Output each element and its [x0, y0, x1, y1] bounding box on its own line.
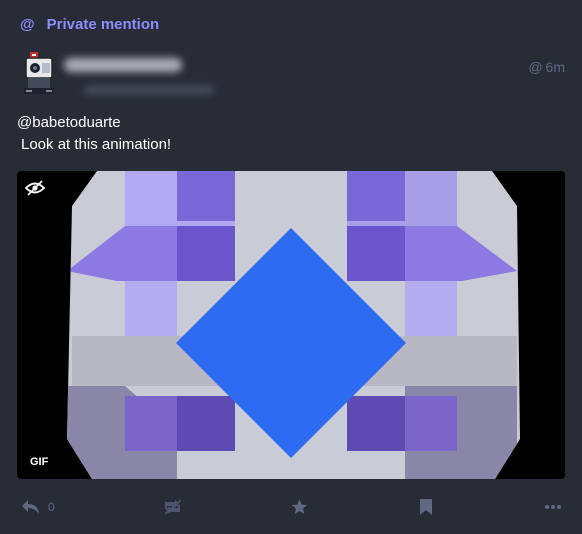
status-time[interactable]: @ 6m — [528, 59, 565, 75]
mention-link[interactable]: @babetoduarte — [17, 114, 121, 131]
display-name-blurred[interactable] — [64, 58, 182, 72]
private-mention-label: Private mention — [46, 16, 160, 33]
gif-badge: GIF — [24, 453, 55, 471]
ellipsis-icon — [545, 505, 561, 509]
boost-disabled-icon — [164, 499, 182, 515]
more-button[interactable] — [545, 496, 561, 518]
media-gallery[interactable]: GIF — [17, 171, 565, 479]
relative-time: 6m — [545, 59, 565, 75]
at-icon: @ — [528, 59, 543, 75]
avatar[interactable] — [20, 50, 60, 98]
animated-gif[interactable] — [17, 171, 565, 479]
account-handle-blurred[interactable] — [84, 86, 214, 94]
bookmark-button[interactable] — [420, 496, 432, 518]
star-icon — [291, 499, 308, 514]
bookmark-icon — [420, 499, 432, 515]
private-mention-header: @ Private mention — [20, 16, 159, 33]
status-text: Look at this animation! — [21, 136, 172, 153]
at-icon: @ — [20, 16, 35, 33]
reply-count: 0 — [48, 500, 55, 514]
boost-button[interactable] — [162, 496, 183, 518]
favourite-button[interactable] — [291, 496, 308, 518]
reply-button[interactable]: 0 — [21, 496, 55, 518]
reply-icon — [22, 500, 39, 514]
eye-slash-icon[interactable] — [25, 180, 45, 196]
